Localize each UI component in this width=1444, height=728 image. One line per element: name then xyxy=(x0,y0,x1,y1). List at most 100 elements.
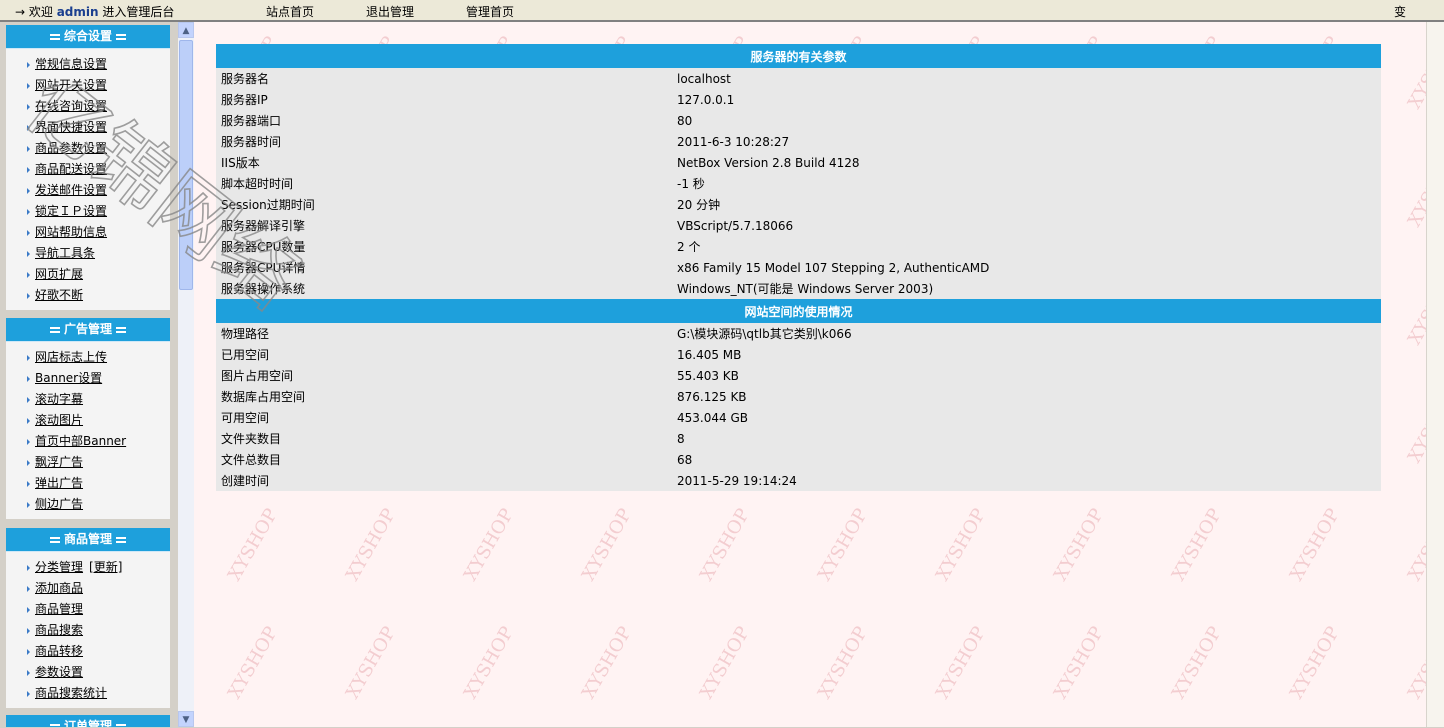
table-row: 服务器时间 2011-6-3 10:28:27 xyxy=(216,131,1381,152)
menu-item: 好歌不断 xyxy=(6,285,170,306)
menu-item: 商品配送设置 xyxy=(6,159,170,180)
menu-group-title[interactable]: 广告管理 xyxy=(6,318,170,342)
menu-item-link[interactable]: 锁定ＩＰ设置 xyxy=(35,204,107,218)
param-value: 55.403 KB xyxy=(672,365,1381,386)
menu-item: 滚动图片 xyxy=(6,410,170,431)
menu-group-title[interactable]: 商品管理 xyxy=(6,528,170,552)
menu-item-link[interactable]: 首页中部Banner xyxy=(35,434,126,448)
param-name: 脚本超时时间 xyxy=(216,173,672,194)
welcome-text: → 欢迎 admin 进入管理后台 xyxy=(15,3,174,20)
param-value: 2 个 xyxy=(672,236,1381,257)
xyshop-watermark-text: XYSHOP xyxy=(1168,623,1226,703)
bullet-arrow-icon xyxy=(27,417,30,424)
menu-item-link[interactable]: 弹出广告 xyxy=(35,476,83,490)
bullet-arrow-icon xyxy=(27,208,30,215)
right-scrollbar[interactable] xyxy=(1426,22,1444,727)
menu-item-link[interactable]: 商品管理 xyxy=(35,602,83,616)
table-row: 文件总数目 68 xyxy=(216,449,1381,470)
menu-bars-icon xyxy=(49,326,60,333)
menu-list: 分类管理 [更新] 添加商品商品管理商品搜索商品转移参数设置商品搜索统计 xyxy=(6,552,170,708)
menu-item-link[interactable]: Banner设置 xyxy=(35,371,102,385)
xyshop-watermark-text: XYSHOP xyxy=(1404,33,1426,113)
scroll-up-button[interactable]: ▲ xyxy=(178,22,194,38)
scroll-down-button[interactable]: ▼ xyxy=(178,711,194,727)
bullet-arrow-icon xyxy=(27,250,30,257)
menu-item-link[interactable]: 导航工具条 xyxy=(35,246,95,260)
bullet-arrow-icon xyxy=(27,690,30,697)
xyshop-watermark-text: XYSHOP xyxy=(1404,151,1426,231)
menu-item-link[interactable]: 分类管理 xyxy=(35,560,83,574)
xyshop-watermark-text: XYSHOP xyxy=(578,505,636,585)
menu-bars-icon xyxy=(49,723,60,727)
scroll-thumb[interactable] xyxy=(179,40,193,290)
menu-item: 滚动字幕 xyxy=(6,389,170,410)
menu-item: 参数设置 xyxy=(6,662,170,683)
table-row: 文件夹数目 8 xyxy=(216,428,1381,449)
menu-item-link[interactable]: 参数设置 xyxy=(35,665,83,679)
menu-item-link[interactable]: 商品转移 xyxy=(35,644,83,658)
menu-item-link[interactable]: 添加商品 xyxy=(35,581,83,595)
bullet-arrow-icon xyxy=(27,585,30,592)
menu-item: 常规信息设置 xyxy=(6,54,170,75)
left-menu-frame: 综合设置常规信息设置 网站开关设置 在线咨询设置 界面快捷设置 商品参数设置 商品配送设置… xyxy=(0,22,178,727)
param-name: 服务器解译引擎 xyxy=(216,215,672,236)
bullet-arrow-icon xyxy=(27,292,30,299)
top-bar: → 欢迎 admin 进入管理后台 站点首页 退出管理 管理首页 变 xyxy=(0,0,1444,22)
menu-item-link[interactable]: 侧边广告 xyxy=(35,497,83,511)
param-value: 68 xyxy=(672,449,1381,470)
menu-item-link[interactable]: 好歌不断 xyxy=(35,288,83,302)
menu-item-link[interactable]: 在线咨询设置 xyxy=(35,99,107,113)
menu-group-title[interactable]: 综合设置 xyxy=(6,25,170,49)
menu-bars-icon xyxy=(116,723,126,727)
param-name: 数据库占用空间 xyxy=(216,386,672,407)
table-row: 创建时间 2011-5-29 19:14:24 xyxy=(216,470,1381,491)
table-row: 服务器CPU详情 x86 Family 15 Model 107 Stepping… xyxy=(216,257,1381,278)
menu-item: 网站开关设置 xyxy=(6,75,170,96)
xyshop-watermark-text: XYSHOP xyxy=(932,505,990,585)
update-category-link[interactable]: [更新] xyxy=(89,560,122,574)
admin-home-link[interactable]: 管理首页 xyxy=(466,3,514,20)
param-value: 8 xyxy=(672,428,1381,449)
param-name: 创建时间 xyxy=(216,470,672,491)
menu-item-link[interactable]: 商品配送设置 xyxy=(35,162,107,176)
menu-item-link[interactable]: 滚动图片 xyxy=(35,413,83,427)
menu-item-link[interactable]: 网站开关设置 xyxy=(35,78,107,92)
param-name: Session过期时间 xyxy=(216,194,672,215)
logout-link[interactable]: 退出管理 xyxy=(366,3,414,20)
menu-item: 商品搜索统计 xyxy=(6,683,170,704)
menu-item-link[interactable]: 网店标志上传 xyxy=(35,350,107,364)
menu-item-link[interactable]: 商品参数设置 xyxy=(35,141,107,155)
param-value: 453.044 GB xyxy=(672,407,1381,428)
bullet-arrow-icon xyxy=(27,166,30,173)
menu-item-link[interactable]: 网站帮助信息 xyxy=(35,225,107,239)
left-scrollbar[interactable]: ▲ ▼ xyxy=(178,22,194,727)
menu-group: 综合设置常规信息设置 网站开关设置 在线咨询设置 界面快捷设置 商品参数设置 商品配送设置… xyxy=(6,25,170,310)
xyshop-watermark-text: XYSHOP xyxy=(932,623,990,703)
admin-username: admin xyxy=(56,5,99,19)
menu-item-link[interactable]: 滚动字幕 xyxy=(35,392,83,406)
section-header-row: 网站空间的使用情况 xyxy=(216,299,1381,323)
xyshop-watermark-text: XYSHOP xyxy=(1168,505,1226,585)
section-title: 服务器的有关参数 xyxy=(216,44,1381,68)
bullet-arrow-icon xyxy=(27,648,30,655)
xyshop-watermark-text: XYSHOP xyxy=(814,505,872,585)
menu-item: 弹出广告 xyxy=(6,473,170,494)
param-name: 文件总数目 xyxy=(216,449,672,470)
xyshop-watermark-text: XYSHOP xyxy=(1404,269,1426,349)
bullet-arrow-icon xyxy=(27,271,30,278)
xyshop-watermark-text: XYSHOP xyxy=(1050,623,1108,703)
menu-item-link[interactable]: 发送邮件设置 xyxy=(35,183,107,197)
site-home-link[interactable]: 站点首页 xyxy=(266,3,314,20)
param-name: 服务器时间 xyxy=(216,131,672,152)
menu-item-link[interactable]: 界面快捷设置 xyxy=(35,120,107,134)
menu-item-link[interactable]: 商品搜索 xyxy=(35,623,83,637)
menu-item-link[interactable]: 网页扩展 xyxy=(35,267,83,281)
table-row: 已用空间 16.405 MB xyxy=(216,344,1381,365)
menu-item-link[interactable]: 飘浮广告 xyxy=(35,455,83,469)
menu-item-link[interactable]: 常规信息设置 xyxy=(35,57,107,71)
menu-group-title-text: 商品管理 xyxy=(63,532,112,546)
bullet-arrow-icon xyxy=(27,145,30,152)
menu-group-title[interactable]: 订单管理 xyxy=(6,715,170,727)
menu-item-link[interactable]: 商品搜索统计 xyxy=(35,686,107,700)
menu-group-title-text: 广告管理 xyxy=(63,322,112,336)
